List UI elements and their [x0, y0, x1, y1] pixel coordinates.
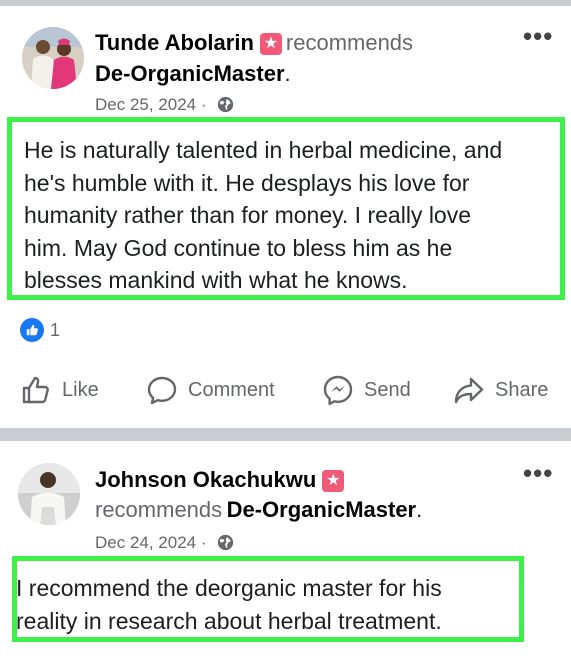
review-text-highlight: He is naturally talented in herbal medic… [7, 117, 565, 300]
author-name[interactable]: Johnson Okachukwu [95, 467, 316, 492]
recommends-label: recommends [95, 497, 223, 522]
globe-icon [218, 534, 234, 551]
review-line: He is naturally talented in herbal medic… [24, 137, 503, 163]
post-date[interactable]: Dec 25, 2024 [95, 95, 196, 114]
period: . [416, 497, 423, 522]
like-count: 1 [50, 319, 61, 340]
action-bar: Like Comment Send Share [0, 370, 571, 412]
review-line: blesses mankind with what he knows. [24, 267, 408, 293]
recommend-star-icon: ★ [322, 470, 345, 493]
send-button[interactable]: Send [322, 374, 411, 406]
like-button[interactable]: Like [20, 374, 99, 406]
reaction-summary[interactable]: 1 [20, 318, 60, 342]
more-options-icon[interactable]: ••• [523, 458, 553, 489]
more-options-icon[interactable]: ••• [523, 21, 553, 52]
review-line: he's humble with it. He desplays his lov… [24, 169, 470, 196]
comment-icon [147, 376, 177, 405]
post-separator [0, 428, 571, 441]
post-meta: Dec 24, 2024 · [95, 533, 234, 553]
author-name[interactable]: Tunde Abolarin [95, 30, 254, 55]
send-label: Send [364, 378, 411, 401]
avatar[interactable] [22, 27, 84, 89]
page-link[interactable]: De-OrganicMaster [227, 497, 417, 522]
review-line: I recommend the deorganic master for his [16, 575, 442, 601]
like-label: Like [62, 378, 99, 401]
recommend-star-icon: ★ [259, 33, 282, 56]
share-label: Share [495, 378, 549, 401]
review-line: humanity rather than for money. I really… [24, 202, 472, 228]
review-line: reality in research about herbal treatme… [16, 607, 442, 634]
comment-label: Comment [188, 378, 275, 401]
like-reaction-icon [20, 318, 44, 342]
review-line: him. May God continue to bless him as he [24, 234, 453, 261]
globe-icon [218, 96, 234, 113]
post-meta: Dec 25, 2024 · [95, 95, 234, 115]
top-separator [0, 0, 571, 6]
page-link[interactable]: De-OrganicMaster [95, 61, 285, 86]
post-date[interactable]: Dec 24, 2024 [95, 533, 196, 552]
avatar[interactable] [18, 463, 80, 525]
thumbs-up-icon [22, 376, 49, 404]
comment-button[interactable]: Comment [146, 374, 275, 406]
share-button[interactable]: Share [453, 374, 548, 406]
share-arrow-icon [454, 377, 484, 404]
review-text-highlight: I recommend the deorganic master for his… [12, 556, 524, 642]
period: . [284, 61, 291, 86]
recommends-label: recommends [285, 30, 414, 55]
messenger-icon [323, 375, 353, 406]
